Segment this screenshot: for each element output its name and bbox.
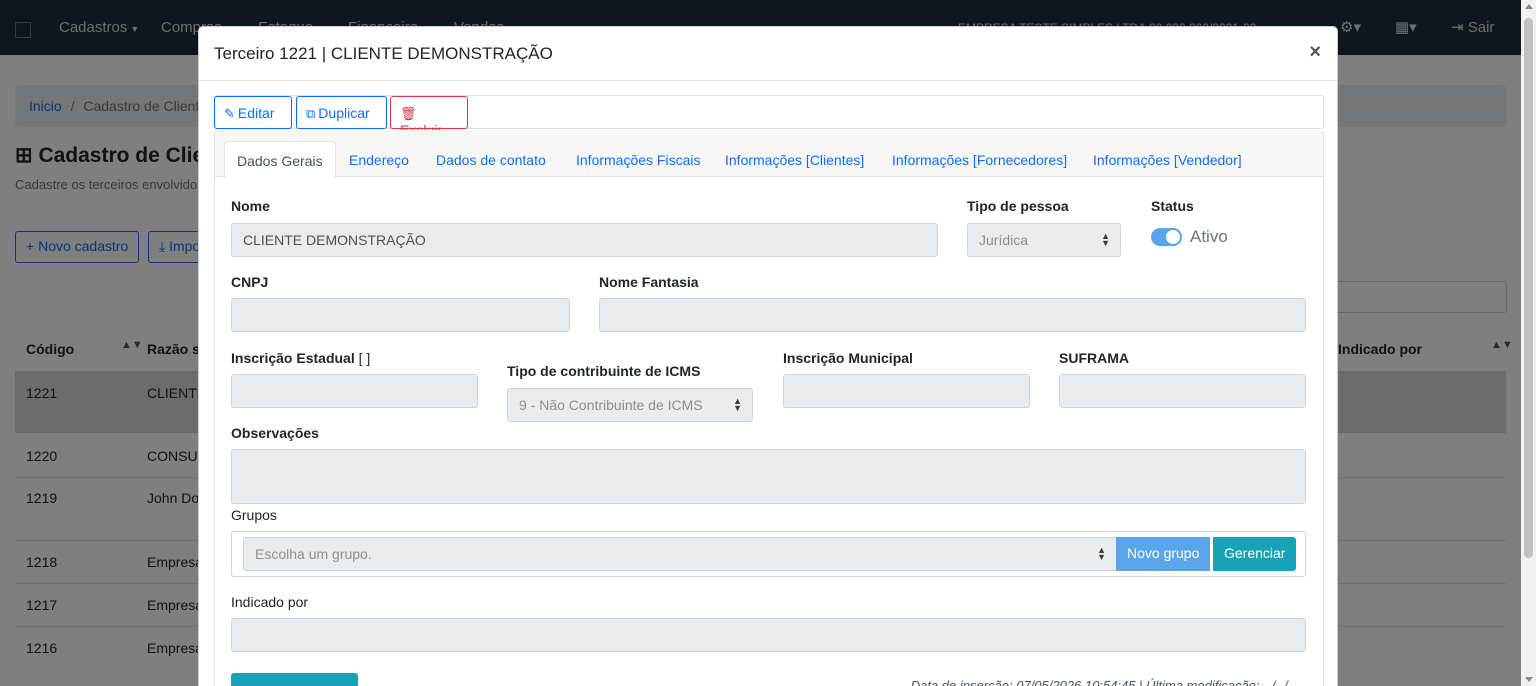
edit-icon: ✎ — [224, 106, 235, 121]
nome-field[interactable]: CLIENTE DEMONSTRAÇÃO — [231, 223, 938, 257]
inscricao-estadual-field[interactable] — [231, 374, 478, 408]
third-party-modal: Terceiro 1221 | CLIENTE DEMONSTRAÇÃO × ✎… — [198, 26, 1338, 686]
select-arrows-icon: ▲ ▼ — [1101, 231, 1110, 248]
inscricao-municipal-field[interactable] — [783, 374, 1030, 408]
status-value: Ativo — [1190, 227, 1228, 246]
edit-label: Editar — [237, 105, 275, 121]
nome-fantasia-label: Nome Fantasia — [599, 274, 699, 290]
inscricao-estadual-label: Inscrição Estadual [ ] — [231, 350, 370, 366]
scrollbar-thumb[interactable] — [1524, 18, 1533, 558]
scroll-down-icon[interactable] — [1525, 677, 1533, 682]
page-scrollbar[interactable] — [1521, 0, 1536, 686]
contribuinte-icms-label: Tipo de contribuinte de ICMS — [507, 363, 701, 379]
indicado-por-field[interactable] — [231, 618, 1306, 652]
copy-icon: ⧉ — [306, 106, 316, 121]
tab-bar: Dados Gerais Endereço Dados de contato I… — [215, 130, 1323, 178]
status-toggle[interactable] — [1151, 228, 1182, 246]
tab-informacoes-clientes[interactable]: Informações [Clientes] — [713, 141, 876, 178]
delete-button[interactable]: 🗑Excluir — [390, 96, 468, 138]
suframa-field[interactable] — [1059, 374, 1306, 408]
tab-informacoes-fiscais[interactable]: Informações Fiscais — [564, 141, 712, 178]
contribuinte-icms-value: 9 - Não Contribuinte de ICMS — [519, 397, 703, 413]
cnpj-field[interactable] — [231, 298, 570, 332]
tipo-pessoa-select[interactable]: Jurídica ▲ ▼ — [967, 223, 1121, 257]
nome-label: Nome — [231, 198, 270, 214]
duplicate-button[interactable]: ⧉ Duplicar — [296, 96, 387, 129]
tab-dados-gerais[interactable]: Dados Gerais — [224, 141, 336, 178]
grupos-select[interactable]: Escolha um grupo. ▲ ▼ — [243, 537, 1117, 571]
tipo-pessoa-value: Jurídica — [979, 232, 1029, 248]
scroll-up-icon[interactable] — [1525, 4, 1533, 9]
duplicate-label: Duplicar — [318, 105, 370, 121]
save-button[interactable] — [231, 673, 358, 686]
edit-button[interactable]: ✎ Editar — [214, 96, 292, 129]
ie-label-text: Inscrição Estadual — [231, 350, 355, 366]
indicado-por-label: Indicado por — [231, 594, 309, 610]
trash-icon: 🗑 — [400, 106, 417, 121]
grupos-box: Escolha um grupo. ▲ ▼ Novo grupo Gerenciar — [231, 531, 1306, 577]
select-arrows-icon: ▲ ▼ — [1097, 545, 1106, 562]
novo-grupo-button[interactable]: Novo grupo — [1116, 537, 1211, 571]
close-icon[interactable]: × — [1309, 41, 1321, 64]
tab-informacoes-vendedor[interactable]: Informações [Vendedor] — [1081, 141, 1254, 178]
observacoes-label: Observações — [231, 425, 319, 441]
select-arrows-icon: ▲ ▼ — [733, 396, 742, 413]
tab-informacoes-fornecedores[interactable]: Informações [Fornecedores] — [880, 141, 1079, 178]
nome-fantasia-field[interactable] — [599, 298, 1306, 332]
record-timestamps: Data de inserção: 07/05/2026 10:54:45 | … — [910, 678, 1305, 686]
cnpj-label: CNPJ — [231, 274, 269, 290]
status-label: Status — [1151, 198, 1194, 214]
suframa-label: SUFRAMA — [1059, 350, 1129, 366]
tab-endereco[interactable]: Endereço — [337, 141, 421, 178]
toggle-knob — [1166, 230, 1180, 244]
action-toolbar: ✎Editar ⧉Duplicar 🗑Excluir — [214, 95, 1324, 138]
modal-title: Terceiro 1221 | CLIENTE DEMONSTRAÇÃO — [214, 44, 553, 63]
grupos-label: Grupos — [231, 507, 277, 523]
ie-label-suffix: [ ] — [358, 350, 371, 366]
grupos-placeholder: Escolha um grupo. — [255, 546, 372, 562]
modal-header: Terceiro 1221 | CLIENTE DEMONSTRAÇÃO × — [199, 27, 1337, 81]
inscricao-municipal-label: Inscrição Municipal — [783, 350, 913, 366]
observacoes-textarea[interactable] — [231, 449, 1306, 504]
contribuinte-icms-select[interactable]: 9 - Não Contribuinte de ICMS ▲ ▼ — [507, 388, 753, 422]
gerenciar-button[interactable]: Gerenciar — [1213, 537, 1297, 571]
tipo-pessoa-label: Tipo de pessoa — [967, 198, 1069, 214]
tab-dados-contato[interactable]: Dados de contato — [424, 141, 558, 178]
